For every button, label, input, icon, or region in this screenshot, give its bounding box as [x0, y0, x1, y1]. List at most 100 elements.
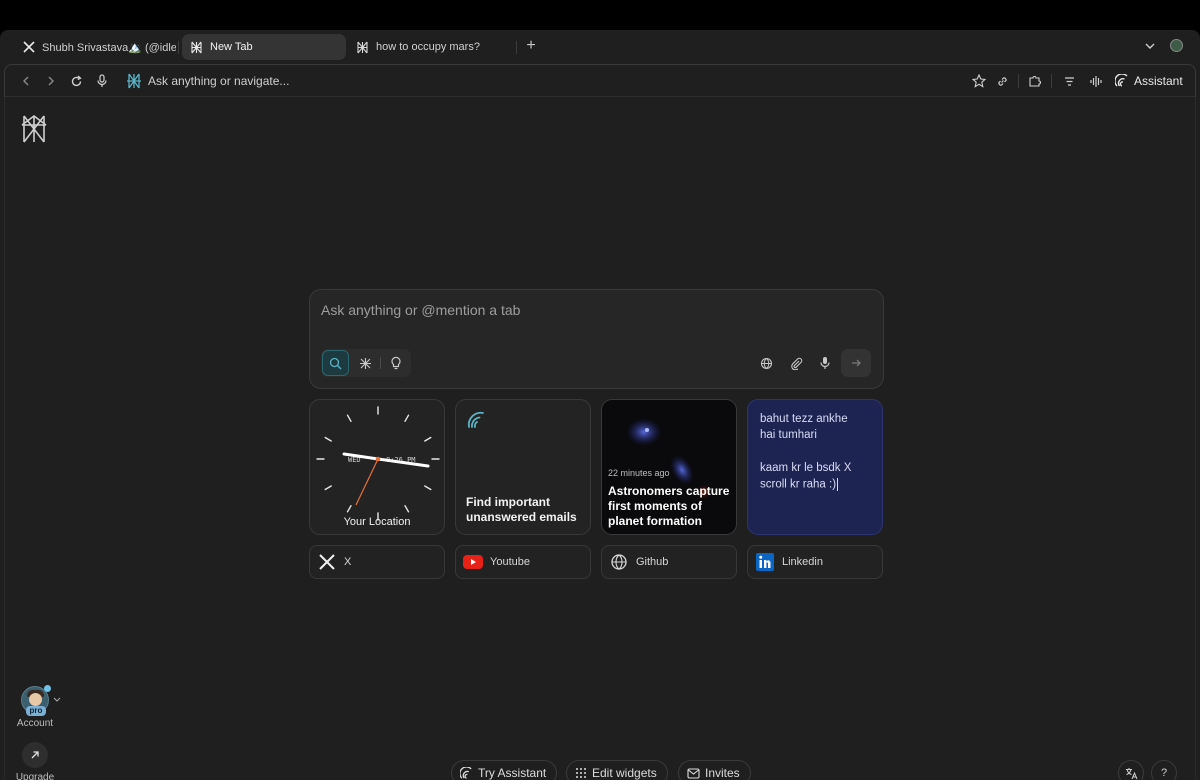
clock-second-hand: [355, 458, 379, 506]
tab-x-profile[interactable]: Shubh Srivastava🏔️ (@idles: [14, 34, 176, 60]
news-headline: Astronomers capture first moments of pla…: [608, 484, 730, 528]
search-icon[interactable]: [322, 350, 349, 376]
x-logo-icon: [22, 41, 35, 54]
avatar-face: [29, 693, 42, 706]
note-text: bahut tezz ankhe: [760, 413, 848, 425]
copy-link-icon[interactable]: [993, 72, 1011, 90]
toolbar-divider: [1018, 74, 1019, 88]
paperclip-icon[interactable]: [787, 354, 805, 372]
tab-title: New Tab: [210, 41, 253, 53]
assistant-icon: [1115, 74, 1128, 87]
reload-icon[interactable]: [67, 72, 85, 90]
search-mode-selector: [321, 349, 411, 377]
try-assistant-label: Try Assistant: [478, 766, 547, 780]
tab-divider: [178, 41, 179, 54]
invites-button[interactable]: Invites: [678, 760, 751, 780]
grid-icon: [576, 768, 586, 778]
clock-center: [375, 456, 381, 462]
news-widget[interactable]: 22 minutes ago Astronomers capture first…: [601, 399, 737, 535]
news-timestamp: 22 minutes ago: [608, 468, 670, 478]
ask-input-box[interactable]: Ask anything or @mention a tab: [309, 289, 884, 389]
pro-badge: pro: [26, 706, 46, 716]
bookmark-star-icon[interactable]: [970, 72, 988, 90]
arrow-up-right-icon: [22, 742, 48, 768]
arrow-right-icon: [852, 359, 861, 367]
edit-widgets-button[interactable]: Edit widgets: [566, 760, 668, 780]
shortcut-github[interactable]: Github: [601, 545, 737, 579]
navigation-toolbar: Ask anything or navigate... Assistant: [4, 64, 1196, 97]
status-dot: [44, 685, 51, 692]
clock-widget[interactable]: WED 8:26 PM Your Location: [309, 399, 445, 535]
note-line[interactable]: scroll kr raha :): [760, 478, 839, 491]
tab-list-chevron-icon[interactable]: [1142, 38, 1158, 54]
new-tab-button[interactable]: +: [522, 37, 540, 55]
globe-icon: [609, 552, 629, 572]
avatar: pro: [21, 685, 51, 716]
upgrade-button[interactable]: Upgrade: [15, 742, 55, 780]
extensions-icon[interactable]: [1026, 72, 1044, 90]
new-tab-page: Ask anything or @mention a tab WED 8:26 …: [4, 97, 1196, 780]
microphone-icon[interactable]: [816, 354, 834, 372]
notes-widget[interactable]: bahut tezz ankhe hai tumhari kaam kr le …: [747, 399, 883, 535]
mode-divider: [380, 357, 381, 369]
tab-mars-search[interactable]: how to occupy mars?: [348, 34, 514, 60]
analog-clock: WED 8:26 PM: [316, 406, 440, 521]
x-logo-icon: [317, 552, 337, 572]
perplexity-logo-icon: [19, 113, 49, 145]
voice-waveform-icon[interactable]: [1087, 72, 1105, 90]
tab-title: how to occupy mars?: [376, 41, 480, 53]
help-icon: ?: [1160, 767, 1168, 779]
perplexity-logo-icon: [356, 41, 369, 54]
perplexity-logo-icon: [126, 73, 142, 89]
email-widget-text: Find important unanswered emails: [466, 495, 577, 524]
upgrade-label: Upgrade: [15, 772, 55, 780]
translate-icon[interactable]: [1118, 760, 1144, 780]
omnibox-placeholder: Ask anything or navigate...: [148, 74, 290, 88]
note-line[interactable]: bahut tezz ankhe: [760, 413, 848, 425]
shortcut-label: Youtube: [490, 556, 530, 568]
tab-title: Shubh Srivastava🏔️ (@idles: [42, 41, 176, 54]
tab-divider: [516, 41, 517, 54]
note-text: kaam kr le bsdk X: [760, 462, 852, 474]
shortcut-x[interactable]: X: [309, 545, 445, 579]
assistant-icon: [467, 411, 484, 428]
clock-location-label: Your Location: [343, 516, 411, 528]
forward-icon[interactable]: [42, 72, 60, 90]
globe-icon[interactable]: [757, 354, 775, 372]
note-text: hai tumhari: [760, 429, 817, 441]
lightbulb-icon[interactable]: [382, 350, 409, 376]
submit-button[interactable]: [841, 349, 871, 377]
shortcut-label: Linkedin: [782, 556, 823, 568]
linkedin-icon: [755, 552, 775, 572]
tab-new-tab[interactable]: New Tab: [182, 34, 346, 60]
text-cursor: [837, 478, 839, 491]
microphone-icon[interactable]: [93, 72, 111, 90]
back-icon[interactable]: [17, 72, 35, 90]
assistant-label: Assistant: [1134, 74, 1183, 88]
shortcut-linkedin[interactable]: Linkedin: [747, 545, 883, 579]
account-button[interactable]: pro Account: [15, 685, 61, 729]
note-text: scroll kr raha :): [760, 478, 837, 491]
assistant-icon: [460, 766, 472, 779]
tab-strip: Shubh Srivastava🏔️ (@idles New Tab how t…: [0, 30, 1200, 64]
browser-profile-avatar[interactable]: [1170, 39, 1183, 52]
chevron-down-icon: [53, 696, 61, 705]
help-button[interactable]: ?: [1151, 760, 1177, 780]
note-line[interactable]: hai tumhari: [760, 429, 817, 441]
reader-mode-icon[interactable]: [1060, 72, 1078, 90]
try-assistant-button[interactable]: Try Assistant: [451, 760, 558, 780]
account-label: Account: [16, 718, 54, 729]
ask-input-placeholder: Ask anything or @mention a tab: [321, 302, 521, 318]
browser-window: Shubh Srivastava🏔️ (@idles New Tab how t…: [0, 30, 1200, 780]
omnibox[interactable]: Ask anything or navigate...: [126, 72, 289, 90]
shortcut-label: Github: [636, 556, 669, 568]
youtube-icon: [463, 552, 483, 572]
perplexity-logo-icon: [190, 41, 203, 54]
assistant-button[interactable]: Assistant: [1115, 71, 1183, 91]
note-line[interactable]: kaam kr le bsdk X: [760, 462, 851, 474]
shortcut-label: X: [344, 556, 352, 568]
shortcut-youtube[interactable]: Youtube: [455, 545, 591, 579]
edit-widgets-label: Edit widgets: [592, 766, 657, 780]
email-assistant-widget[interactable]: Find important unanswered emails: [455, 399, 591, 535]
research-icon[interactable]: [352, 350, 379, 376]
